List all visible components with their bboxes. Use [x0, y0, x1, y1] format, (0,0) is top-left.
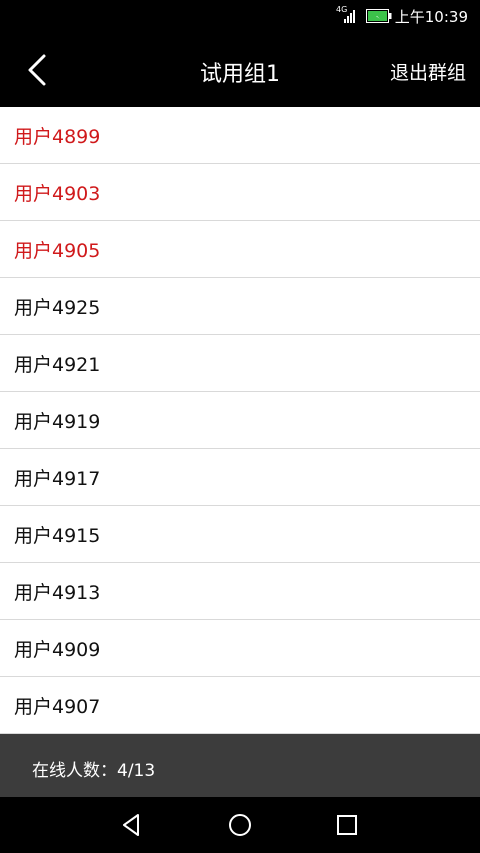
member-row[interactable]: 用户4899 [0, 107, 480, 164]
member-row[interactable]: 用户4915 [0, 506, 480, 563]
system-nav-bar [0, 797, 480, 853]
member-name: 用户4919 [14, 410, 101, 433]
member-row[interactable]: 用户4919 [0, 392, 480, 449]
back-triangle-icon[interactable] [118, 811, 146, 839]
member-row[interactable]: 用户4907 [0, 677, 480, 734]
member-name: 用户4917 [14, 467, 101, 490]
member-row[interactable]: 用户4925 [0, 278, 480, 335]
footer-bar: 在线人数：4/13 [0, 734, 480, 797]
member-name: 用户4921 [14, 353, 101, 376]
exit-group-button[interactable]: 退出群组 [390, 58, 466, 85]
home-circle-icon[interactable] [226, 811, 254, 839]
signal-icon [344, 10, 355, 23]
member-row[interactable]: 用户4917 [0, 449, 480, 506]
member-name: 用户4903 [14, 182, 101, 205]
member-name: 用户4909 [14, 638, 101, 661]
status-time: 上午10:39 [394, 8, 468, 26]
member-name: 用户4913 [14, 581, 101, 604]
member-row[interactable]: 用户4909 [0, 620, 480, 677]
battery-icon [366, 9, 392, 23]
app-header: 试用组1 退出群组 [0, 34, 480, 107]
member-row[interactable]: 用户4903 [0, 164, 480, 221]
member-name: 用户4907 [14, 695, 101, 718]
member-name: 用户4925 [14, 296, 101, 319]
member-row[interactable]: 用户4921 [0, 335, 480, 392]
member-name: 用户4915 [14, 524, 101, 547]
status-bar: 4G 上午10:39 [0, 0, 480, 34]
member-row[interactable]: 用户4905 [0, 221, 480, 278]
member-name: 用户4899 [14, 125, 101, 148]
recents-square-icon[interactable] [333, 811, 361, 839]
member-row[interactable]: 用户4913 [0, 563, 480, 620]
member-list: 用户4899 用户4903 用户4905 用户4925 用户4921 用户4919 用户49… [0, 107, 480, 734]
member-name: 用户4905 [14, 239, 101, 262]
online-count-label: 在线人数：4/13 [32, 761, 156, 781]
